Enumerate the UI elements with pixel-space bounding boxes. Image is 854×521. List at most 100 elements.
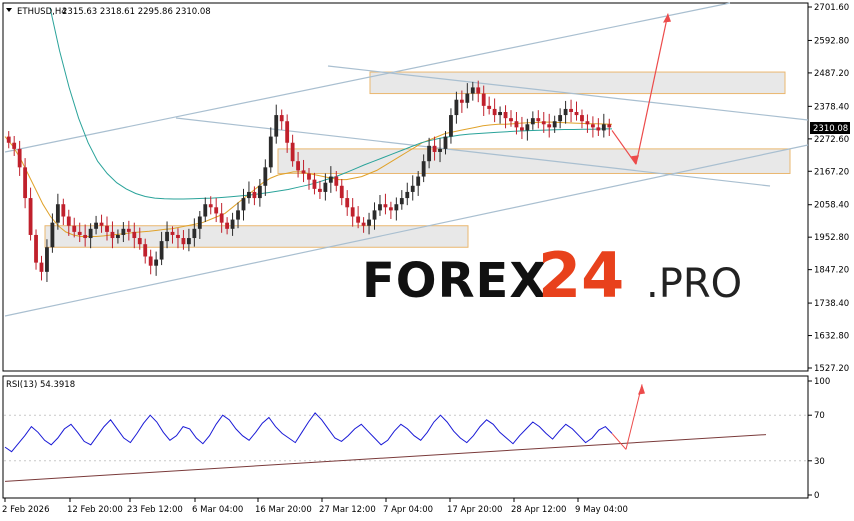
candle-body	[476, 87, 481, 94]
candle-body	[197, 216, 202, 229]
candle-body	[449, 115, 453, 137]
candle-body	[307, 173, 311, 180]
time-axis: 2 Feb 2026 12 Feb 20:00 23 Feb 12:00 6 Mar …	[2, 498, 628, 515]
candle-body	[334, 176, 339, 186]
candle-body	[350, 207, 355, 217]
candle-body	[66, 216, 71, 226]
watermark-number: 24	[538, 239, 624, 312]
candle-body	[61, 204, 66, 217]
candle-body	[214, 207, 219, 214]
price-tick-label: 2701.60	[814, 3, 849, 13]
candle-body	[50, 222, 55, 248]
candle-body	[110, 231, 115, 239]
zone-1	[277, 148, 791, 174]
candle-body	[219, 213, 224, 223]
candle-body	[12, 142, 17, 149]
rsi-label: RSI(13) 54.3918	[6, 380, 75, 390]
candle-body	[470, 87, 475, 94]
candle-body	[427, 145, 432, 162]
candle-body	[301, 170, 306, 174]
candle-body	[601, 124, 606, 131]
candle-body	[596, 127, 601, 131]
candle-body	[356, 216, 361, 223]
rsi-tick-label: 100	[814, 377, 830, 387]
candle-body	[241, 198, 246, 211]
candle-body	[590, 124, 595, 128]
candle-body	[481, 93, 486, 106]
time-tick-label: 6 Mar 04:00	[192, 505, 243, 515]
candle-body	[88, 228, 93, 239]
candle-body	[318, 188, 322, 192]
candle-body	[268, 136, 273, 168]
last-price-tag: 2310.08	[810, 122, 850, 134]
rsi-tick-label: 0	[814, 491, 819, 501]
candle-body	[23, 167, 28, 199]
candle-body	[509, 118, 513, 122]
symbol-label: ETHUSD,H4	[17, 7, 67, 17]
rsi-panel	[2, 375, 809, 499]
time-tick-label: 27 Mar 12:00	[319, 505, 376, 515]
candle-body	[148, 256, 153, 266]
candle-body	[536, 118, 541, 122]
candle-body	[34, 234, 38, 263]
rsi-tick-label: 70	[814, 411, 825, 421]
candle-body	[28, 198, 33, 235]
candle-body	[279, 115, 284, 122]
candle-body	[132, 231, 137, 239]
rsi-tick-label: 30	[814, 457, 825, 467]
candle-body	[225, 222, 230, 229]
candle-body	[121, 228, 126, 235]
candle-body	[55, 204, 60, 223]
price-tick-label: 1527.20	[814, 364, 849, 374]
time-tick-label: 16 Mar 20:00	[255, 505, 312, 515]
candle-body	[454, 99, 459, 116]
candle-body	[72, 225, 77, 232]
candle-body	[285, 121, 290, 143]
candle-body	[274, 115, 279, 137]
candle-body	[154, 259, 159, 266]
candle-body	[105, 225, 109, 232]
price-tick-label: 2592.80	[814, 36, 849, 46]
candle-body	[39, 262, 44, 272]
candle-body	[236, 210, 240, 220]
candle-body	[438, 148, 442, 152]
candle-body	[312, 179, 317, 189]
candle-body	[176, 234, 180, 239]
time-tick-label: 9 May 04:00	[575, 505, 628, 515]
price-tick-label: 1847.20	[814, 266, 849, 276]
candle-body	[186, 238, 191, 245]
candle-body	[99, 222, 104, 226]
price-tick-label: 2167.20	[814, 167, 849, 177]
candle-body	[230, 219, 235, 229]
candle-body	[17, 148, 22, 168]
candle-body	[492, 108, 497, 116]
candle-body	[530, 118, 535, 125]
price-tick-label: 2272.60	[814, 135, 849, 145]
candle-body	[569, 108, 573, 113]
candle-body	[247, 191, 251, 199]
candle-body	[361, 222, 366, 226]
time-tick-label: 7 Apr 04:00	[383, 505, 433, 515]
watermark-suffix: .PRO	[646, 261, 742, 307]
candle-body	[388, 207, 393, 211]
candle-body	[563, 108, 568, 116]
candle-body	[520, 127, 524, 131]
candle-body	[552, 121, 557, 128]
candle-body	[432, 145, 437, 152]
candle-body	[290, 142, 295, 162]
time-tick-label: 23 Feb 12:00	[127, 505, 183, 515]
candle-body	[372, 210, 377, 220]
candle-body	[263, 167, 268, 186]
candle-body	[465, 93, 470, 103]
candle-body	[558, 115, 563, 122]
chart-canvas: FOREX 24 .PRO ETHUSD,H4 2315.63 2318.61 …	[2, 2, 850, 515]
candle-body	[323, 182, 328, 192]
candle-body	[181, 238, 186, 245]
candle-body	[339, 185, 344, 199]
candle-body	[525, 124, 530, 131]
candle-body	[394, 204, 399, 211]
candle-body	[580, 115, 584, 122]
candle-body	[443, 136, 448, 149]
watermark-brand: FOREX	[362, 253, 547, 309]
candle-body	[383, 204, 388, 208]
